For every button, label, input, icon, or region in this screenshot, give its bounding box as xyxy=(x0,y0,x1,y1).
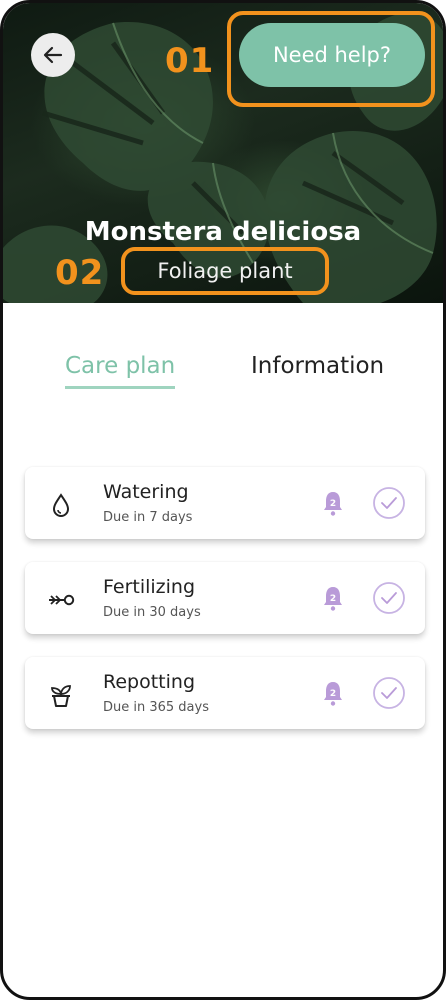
reminder-count: 2 xyxy=(330,499,336,509)
task-card-watering[interactable]: Watering Due in 7 days 2 xyxy=(25,467,425,539)
mark-done-check-icon[interactable] xyxy=(372,676,406,710)
bell-reminder-icon[interactable]: 2 xyxy=(321,584,345,612)
task-card-fertilizing[interactable]: Fertilizing Due in 30 days 2 xyxy=(25,562,425,634)
plant-pot-icon xyxy=(51,685,71,707)
annotation-label-02: 02 xyxy=(55,253,105,293)
annotation-box-01 xyxy=(227,11,435,107)
bell-reminder-icon[interactable]: 2 xyxy=(321,489,345,517)
task-due-date: Due in 30 days xyxy=(103,605,201,620)
fertilizer-icon xyxy=(49,594,75,606)
annotation-label-01: 01 xyxy=(165,41,215,81)
task-title: Fertilizing xyxy=(103,576,196,598)
task-due-date: Due in 7 days xyxy=(103,510,193,525)
task-title: Repotting xyxy=(103,671,196,693)
task-title: Watering xyxy=(103,481,189,503)
water-drop-icon xyxy=(52,493,70,517)
task-due-date: Due in 365 days xyxy=(103,700,209,715)
tab-care-plan[interactable]: Care plan xyxy=(65,353,176,389)
tab-information[interactable]: Information xyxy=(251,353,384,379)
phone-frame: Need help? 01 Monstera deliciosa Foliage… xyxy=(0,0,446,1000)
plant-name: Monstera deliciosa xyxy=(84,217,362,247)
back-button[interactable] xyxy=(31,33,75,77)
reminder-count: 2 xyxy=(330,689,336,699)
mark-done-check-icon[interactable] xyxy=(372,486,406,520)
plant-hero-image: Need help? 01 Monstera deliciosa Foliage… xyxy=(3,3,443,303)
task-card-repotting[interactable]: Repotting Due in 365 days 2 xyxy=(25,657,425,729)
arrow-left-icon xyxy=(43,46,63,64)
bell-reminder-icon[interactable]: 2 xyxy=(321,679,345,707)
annotation-box-02 xyxy=(121,247,329,295)
mark-done-check-icon[interactable] xyxy=(372,581,406,615)
reminder-count: 2 xyxy=(330,594,336,604)
